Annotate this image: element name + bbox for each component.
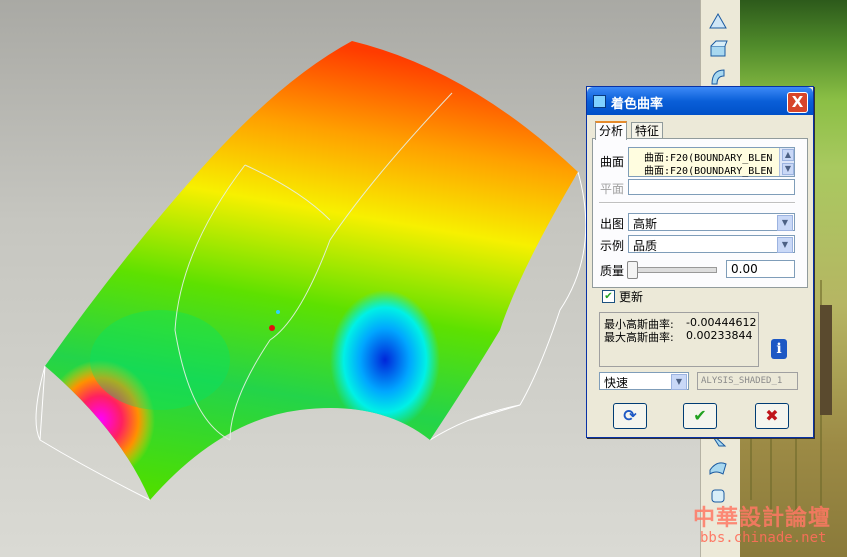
shaded-curvature-dialog: 着色曲率 X 分析 特征 曲面 曲面:F20(BOUNDARY_BLEN 曲面:…	[586, 86, 814, 438]
surface-label: 曲面	[600, 155, 625, 169]
surface-list[interactable]: 曲面:F20(BOUNDARY_BLEN 曲面:F20(BOUNDARY_BLE…	[628, 147, 795, 177]
list-scrollbar[interactable]: ▲ ▼	[779, 148, 794, 176]
extrude-icon[interactable]	[707, 38, 729, 60]
plane-field[interactable]	[628, 179, 795, 195]
max-curvature-value: 0.00233844	[686, 329, 753, 342]
quality-label: 质量	[600, 264, 625, 278]
min-curvature-value: -0.00444612	[686, 316, 757, 329]
quality-input[interactable]: 0.00	[726, 260, 795, 278]
mode-value: 快速	[604, 376, 629, 390]
chevron-down-icon[interactable]: ▼	[777, 237, 793, 253]
display-label: 示例	[600, 239, 625, 253]
chevron-down-icon[interactable]: ▼	[671, 374, 687, 390]
ok-button[interactable]: ✔	[683, 403, 717, 429]
update-label: 更新	[619, 290, 644, 304]
output-select[interactable]: 高斯 ▼	[628, 213, 795, 231]
list-item[interactable]: 曲面:F20(BOUNDARY_BLEN	[644, 162, 772, 177]
repeat-button[interactable]: ⟳	[613, 403, 647, 429]
mode-select[interactable]: 快速 ▼	[599, 372, 689, 390]
revolve-icon[interactable]	[707, 66, 729, 88]
chevron-down-icon[interactable]: ▼	[777, 215, 793, 231]
repeat-icon: ⟳	[623, 406, 637, 425]
info-icon[interactable]: i	[771, 339, 787, 359]
window-icon	[593, 95, 606, 108]
check-icon: ✔	[693, 406, 707, 425]
divider	[599, 202, 795, 204]
quality-value: 0.00	[731, 262, 758, 276]
update-checkbox[interactable]: ✔	[602, 290, 615, 303]
watermark-text: 中華設計論壇	[693, 506, 832, 531]
tab-analysis[interactable]: 分析	[595, 121, 628, 140]
scroll-up-icon[interactable]: ▲	[782, 149, 794, 161]
cancel-button[interactable]: ✖	[755, 403, 789, 429]
cancel-icon: ✖	[765, 406, 779, 425]
max-curvature-label: 最大高斯曲率:	[604, 331, 674, 344]
scroll-down-icon[interactable]: ▼	[782, 163, 794, 175]
plane-label: 平面	[600, 182, 625, 196]
results-box: 最小高斯曲率: -0.00444612 最大高斯曲率: 0.00233844	[599, 312, 759, 367]
watermark-url: bbs.chinade.net	[700, 530, 827, 546]
analysis-name-field[interactable]: ALYSIS_SHADED_1	[697, 372, 798, 390]
display-value: 品质	[633, 239, 658, 253]
blend-icon[interactable]	[707, 456, 729, 478]
datum-plane-icon[interactable]	[707, 10, 729, 32]
output-value: 高斯	[633, 217, 658, 231]
close-button[interactable]: X	[787, 92, 808, 113]
output-label: 出图	[600, 217, 625, 231]
quality-slider-track[interactable]	[627, 267, 717, 273]
quality-slider-thumb[interactable]	[627, 261, 638, 279]
display-select[interactable]: 品质 ▼	[628, 235, 795, 253]
dialog-title: 着色曲率	[611, 97, 664, 112]
dialog-title-bar[interactable]: 着色曲率 X	[587, 87, 813, 115]
